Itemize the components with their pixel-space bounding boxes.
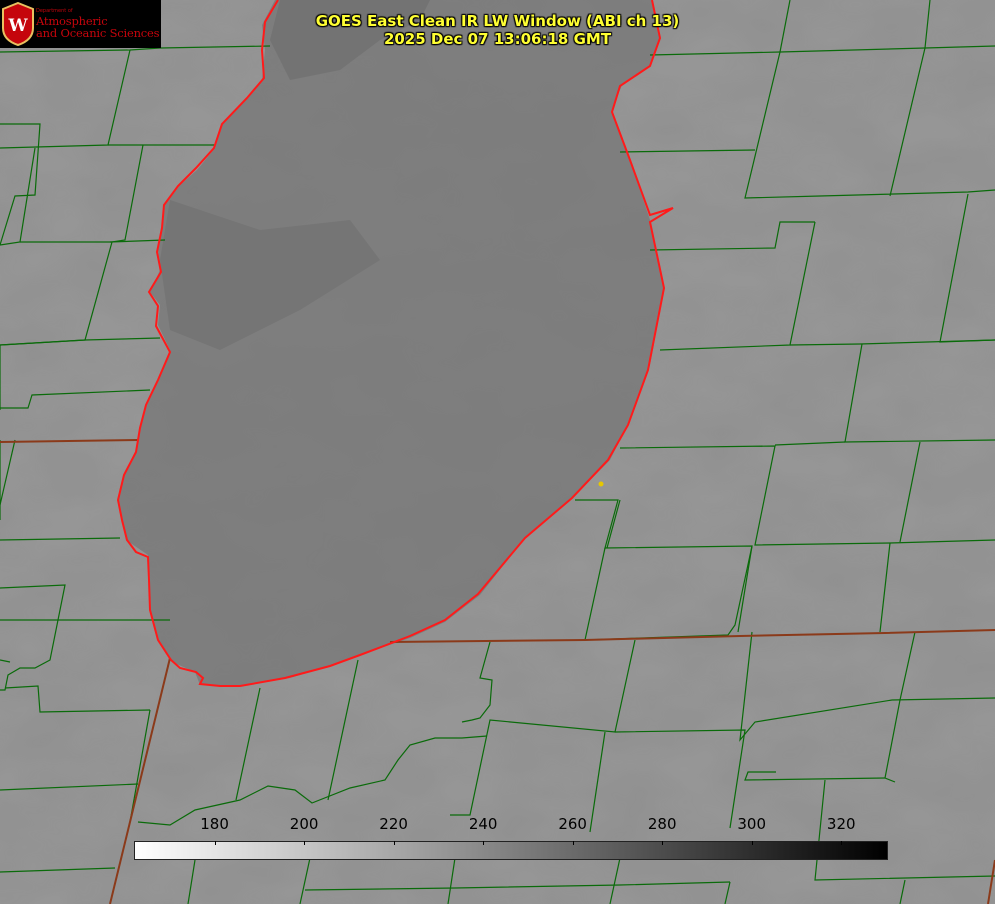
colorbar-tick-label: 220 bbox=[379, 815, 408, 833]
colorbar-tick-label: 200 bbox=[289, 815, 319, 833]
colorbar-tick-label: 260 bbox=[558, 815, 587, 833]
colorbar-tick bbox=[483, 841, 485, 845]
image-title: GOES East Clean IR LW Window (ABI ch 13) bbox=[315, 12, 680, 30]
colorbar-tick bbox=[304, 841, 306, 845]
colorbar-tick bbox=[841, 841, 843, 845]
colorbar-tick bbox=[751, 841, 753, 845]
satellite-map bbox=[0, 0, 995, 904]
location-marker bbox=[598, 481, 604, 487]
colorbar-gradient bbox=[134, 841, 888, 860]
colorbar-tick-label: 240 bbox=[468, 815, 498, 833]
image-timestamp: 2025 Dec 07 13:06:18 GMT bbox=[383, 30, 612, 48]
colorbar-tick bbox=[662, 841, 664, 845]
colorbar-tick bbox=[214, 841, 216, 845]
colorbar-tick-label: 320 bbox=[826, 815, 856, 833]
colorbar-tick-label: 300 bbox=[737, 815, 767, 833]
colorbar-tick-label: 180 bbox=[200, 815, 229, 833]
colorbar-tick bbox=[572, 841, 574, 845]
colorbar-tick-label: 280 bbox=[647, 815, 677, 833]
colorbar-tick bbox=[393, 841, 395, 845]
